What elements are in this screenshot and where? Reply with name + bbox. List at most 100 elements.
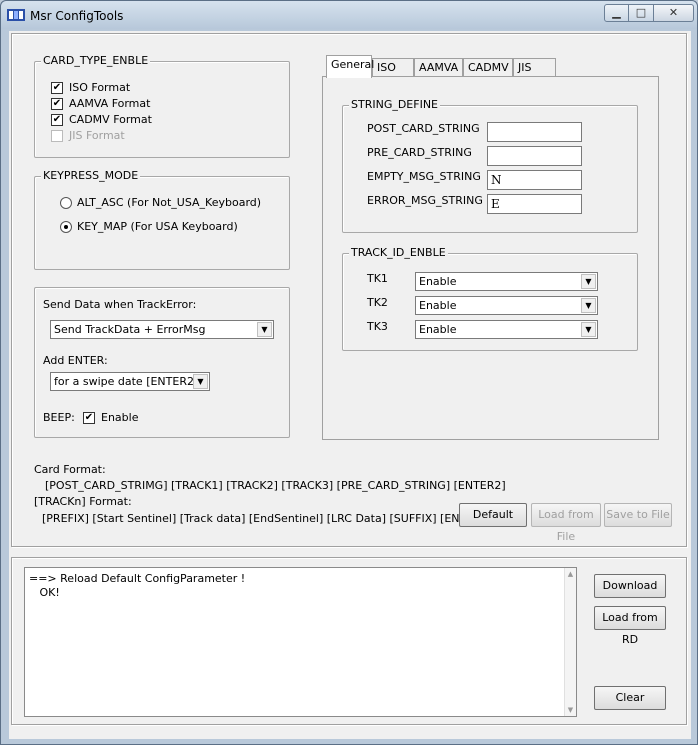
key-map-radio[interactable] [60, 221, 72, 233]
load-from-rd-button[interactable]: Load from RD [594, 606, 666, 646]
checkmark-icon: ✔ [52, 98, 62, 109]
card-type-group: CARD_TYPE_ENBLE ✔ ISO Format ✔ AAMVA For… [34, 54, 290, 158]
tk1-value: Enable [419, 275, 457, 288]
jis-format-label: JIS Format [69, 129, 125, 142]
default-button-label: Default [472, 508, 514, 521]
tab-cadmv[interactable]: CADMV [463, 58, 513, 78]
checkmark-icon: ✔ [52, 82, 62, 93]
checkmark-icon: ✔ [52, 114, 62, 125]
tab-iso-label: ISO [377, 61, 396, 74]
scroll-down-icon[interactable]: ▼ [565, 704, 576, 716]
save-to-file-button[interactable]: Save to File [604, 503, 672, 527]
chevron-down-icon[interactable]: ▼ [193, 374, 208, 389]
tk2-value: Enable [419, 299, 457, 312]
send-data-group: Send Data when TrackError: Send TrackDat… [34, 287, 290, 438]
track-format-label: [TRACKn] Format: [34, 495, 132, 508]
tab-cadmv-label: CADMV [468, 61, 509, 74]
tab-iso[interactable]: ISO [372, 58, 414, 78]
iso-format-label: ISO Format [69, 81, 131, 94]
load-from-file-button[interactable]: Load from File [531, 503, 601, 543]
iso-format-checkbox[interactable]: ✔ [51, 82, 63, 94]
tk2-label: TK2 [367, 296, 388, 309]
aamva-format-checkbox[interactable]: ✔ [51, 98, 63, 110]
window-title: Msr ConfigTools [30, 9, 124, 23]
track-id-title: TRACK_ID_ENBLE [349, 246, 448, 259]
cadmv-format-label: CADMV Format [69, 113, 152, 126]
post-card-string-label: POST_CARD_STRING [367, 122, 480, 135]
checkmark-icon: ✔ [84, 412, 94, 423]
beep-enable-label: Enable [101, 411, 139, 424]
download-button[interactable]: Download [594, 574, 666, 598]
save-to-file-label: Save to File [606, 508, 670, 521]
aamva-format-label: AAMVA Format [69, 97, 151, 110]
empty-msg-string-value: N [491, 173, 502, 187]
tab-aamva[interactable]: AAMVA [414, 58, 463, 78]
general-tab-page: STRING_DEFINE POST_CARD_STRING PRE_CARD_… [322, 76, 659, 440]
log-line: ==> Reload Default ConfigParameter ! [29, 572, 246, 585]
tk3-value: Enable [419, 323, 457, 336]
post-card-string-input[interactable] [487, 122, 582, 142]
log-scrollbar[interactable]: ▲ ▼ [564, 568, 576, 716]
error-msg-string-label: ERROR_MSG_STRING [367, 194, 483, 207]
close-button[interactable]: ✕ [654, 4, 694, 22]
beep-enable-checkbox[interactable]: ✔ [83, 412, 95, 424]
log-line: OK! [29, 586, 60, 599]
tab-aamva-label: AAMVA [419, 61, 459, 74]
tab-general-label: General [331, 58, 375, 71]
tab-jis-label: JIS [518, 61, 532, 74]
app-window: Msr ConfigTools ▁ □ ✕ CARD_TYPE_ENBLE ✔ … [0, 0, 698, 745]
pre-card-string-label: PRE_CARD_STRING [367, 146, 472, 159]
maximize-button[interactable]: □ [629, 4, 654, 22]
scroll-up-icon[interactable]: ▲ [565, 568, 576, 580]
add-enter-select[interactable]: for a swipe date [ENTER2] ▼ [50, 372, 210, 391]
app-icon [7, 9, 25, 21]
default-button[interactable]: Default [459, 503, 527, 527]
chevron-down-icon[interactable]: ▼ [581, 298, 596, 313]
jis-format-checkbox[interactable] [51, 130, 63, 142]
add-enter-label: Add ENTER: [43, 354, 108, 367]
beep-label: BEEP: [43, 411, 75, 424]
pre-card-string-input[interactable] [487, 146, 582, 166]
clear-button[interactable]: Clear [594, 686, 666, 710]
download-button-label: Download [602, 579, 658, 592]
title-bar[interactable]: Msr ConfigTools ▁ □ ✕ [1, 1, 697, 29]
card-type-title: CARD_TYPE_ENBLE [41, 54, 151, 67]
tab-general[interactable]: General [326, 55, 375, 78]
track-error-value: Send TrackData + ErrorMsg [54, 323, 206, 336]
tk3-select[interactable]: Enable ▼ [415, 320, 598, 339]
tk3-label: TK3 [367, 320, 388, 333]
tk1-label: TK1 [367, 272, 388, 285]
empty-msg-string-input[interactable]: N [487, 170, 582, 190]
string-define-group: STRING_DEFINE POST_CARD_STRING PRE_CARD_… [342, 98, 638, 233]
client-area: CARD_TYPE_ENBLE ✔ ISO Format ✔ AAMVA For… [9, 31, 691, 739]
log-output[interactable]: ==> Reload Default ConfigParameter ! OK!… [24, 567, 577, 717]
track-error-select[interactable]: Send TrackData + ErrorMsg ▼ [50, 320, 274, 339]
close-icon: ✕ [668, 6, 679, 19]
card-format-label: Card Format: [34, 463, 106, 476]
alt-asc-label: ALT_ASC (For Not_USA_Keyboard) [77, 196, 262, 209]
clear-button-label: Clear [615, 691, 645, 704]
add-enter-value: for a swipe date [ENTER2] [54, 375, 199, 388]
keypress-mode-group: KEYPRESS_MODE ALT_ASC (For Not_USA_Keybo… [34, 169, 290, 270]
tk2-select[interactable]: Enable ▼ [415, 296, 598, 315]
card-format-value: [POST_CARD_STRIMG] [TRACK1] [TRACK2] [TR… [45, 479, 506, 492]
minimize-button[interactable]: ▁ [604, 4, 629, 22]
chevron-down-icon[interactable]: ▼ [257, 322, 272, 337]
cadmv-format-checkbox[interactable]: ✔ [51, 114, 63, 126]
alt-asc-radio[interactable] [60, 197, 72, 209]
key-map-label: KEY_MAP (For USA Keyboard) [77, 220, 238, 233]
maximize-icon: □ [635, 6, 647, 19]
chevron-down-icon[interactable]: ▼ [581, 274, 596, 289]
empty-msg-string-label: EMPTY_MSG_STRING [367, 170, 481, 183]
track-error-label: Send Data when TrackError: [43, 298, 197, 311]
chevron-down-icon[interactable]: ▼ [581, 322, 596, 337]
tab-jis[interactable]: JIS [513, 58, 556, 78]
string-define-title: STRING_DEFINE [349, 98, 441, 111]
error-msg-string-input[interactable]: E [487, 194, 582, 214]
error-msg-string-value: E [491, 197, 500, 211]
track-format-value: [PREFIX] [Start Sentinel] [Track data] [… [42, 512, 493, 525]
minimize-icon: ▁ [612, 6, 621, 19]
track-id-group: TRACK_ID_ENBLE TK1 Enable ▼ TK2 Enable ▼… [342, 246, 638, 351]
keypress-mode-title: KEYPRESS_MODE [41, 169, 141, 182]
tk1-select[interactable]: Enable ▼ [415, 272, 598, 291]
